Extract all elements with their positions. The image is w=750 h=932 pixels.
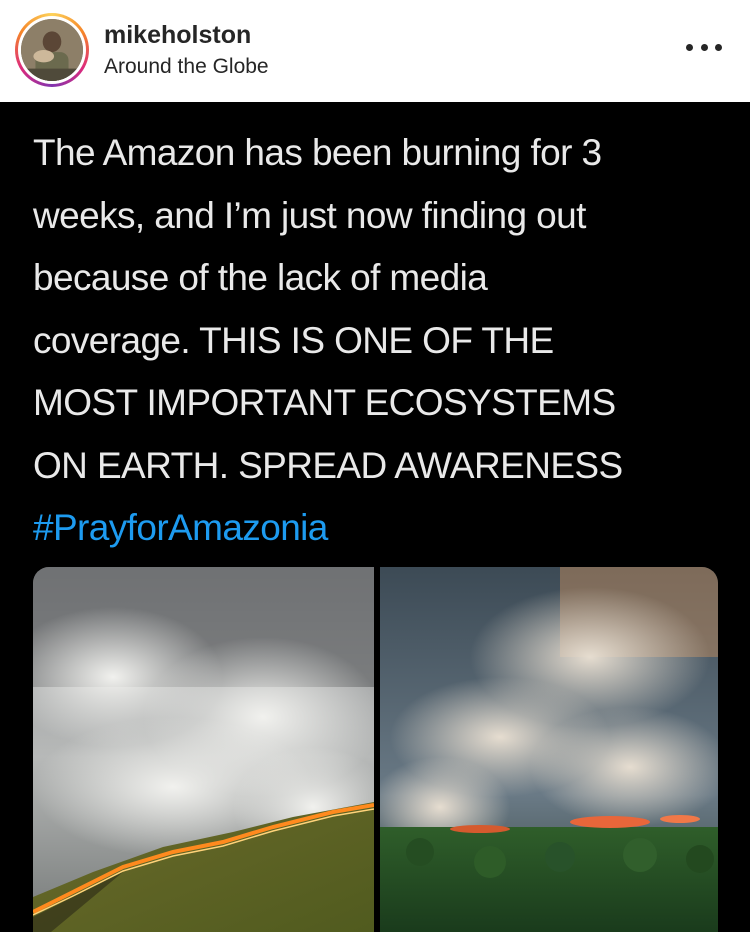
dot	[715, 43, 722, 51]
avatar[interactable]	[21, 19, 83, 81]
fire-photo-left[interactable]	[33, 567, 374, 932]
avatar-frame	[18, 16, 86, 84]
dot	[686, 43, 693, 51]
post-image[interactable]: The Amazon has been burning for 3 weeks,…	[0, 102, 750, 932]
post-header: mikeholston Around the Globe	[0, 0, 750, 102]
location[interactable]: Around the Globe	[104, 52, 269, 82]
forest-fire-image	[33, 567, 374, 932]
avatar-image	[21, 19, 83, 81]
more-options-icon[interactable]	[686, 40, 722, 54]
tweet-line: MOST IMPORTANT ECOSYSTEMS	[33, 382, 616, 423]
tweet-text: The Amazon has been burning for 3 weeks,…	[33, 122, 723, 560]
dot	[700, 43, 708, 51]
forest-fire-image	[380, 567, 718, 932]
story-ring[interactable]	[15, 13, 89, 87]
fire-photo-right[interactable]	[380, 567, 718, 932]
tweet-line: ON EARTH. SPREAD AWARENESS	[33, 444, 623, 486]
user-meta: mikeholston Around the Globe	[104, 20, 269, 82]
tweet-line: The Amazon has been burning for 3	[33, 132, 602, 173]
photo-grid	[33, 567, 718, 932]
tweet-line: because of the lack of media	[33, 257, 488, 298]
hashtag-link[interactable]: #PrayforAmazonia	[33, 497, 723, 560]
username[interactable]: mikeholston	[104, 20, 269, 50]
tweet-line: coverage. THIS IS ONE OF THE	[33, 319, 554, 361]
tweet-line: weeks, and I’m just now finding out	[33, 194, 586, 236]
